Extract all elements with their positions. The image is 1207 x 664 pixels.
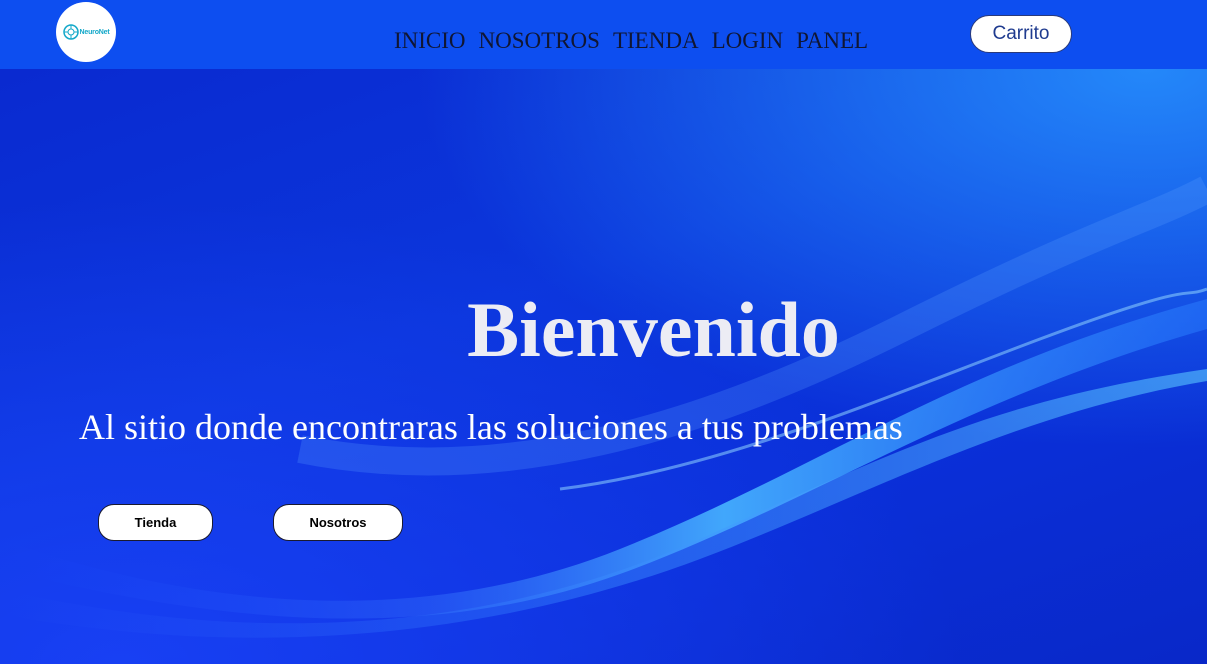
nosotros-button[interactable]: Nosotros bbox=[273, 504, 403, 541]
logo-text: NeuroNet bbox=[79, 28, 110, 36]
logo[interactable]: NeuroNet bbox=[56, 2, 116, 62]
tienda-button[interactable]: Tienda bbox=[98, 504, 213, 541]
nav-link-login[interactable]: LOGIN bbox=[712, 27, 784, 55]
brain-icon bbox=[62, 24, 79, 40]
hero-subtitle: Al sitio donde encontraras las solucione… bbox=[79, 407, 903, 447]
navbar: NeuroNet INICIO NOSOTROS TIENDA LOGIN PA… bbox=[0, 0, 1207, 69]
nav-link-tienda[interactable]: TIENDA bbox=[613, 27, 699, 55]
nav-link-panel[interactable]: PANEL bbox=[796, 27, 868, 55]
hero-section: Bienvenido Al sitio donde encontraras la… bbox=[0, 69, 1207, 664]
nav-link-nosotros[interactable]: NOSOTROS bbox=[479, 27, 600, 55]
cart-button[interactable]: Carrito bbox=[970, 15, 1072, 53]
nav-link-inicio[interactable]: INICIO bbox=[394, 27, 466, 55]
page: NeuroNet INICIO NOSOTROS TIENDA LOGIN PA… bbox=[0, 0, 1207, 664]
logo-content: NeuroNet bbox=[62, 24, 110, 40]
hero-title: Bienvenido bbox=[467, 286, 840, 374]
main-nav: INICIO NOSOTROS TIENDA LOGIN PANEL bbox=[394, 27, 868, 55]
